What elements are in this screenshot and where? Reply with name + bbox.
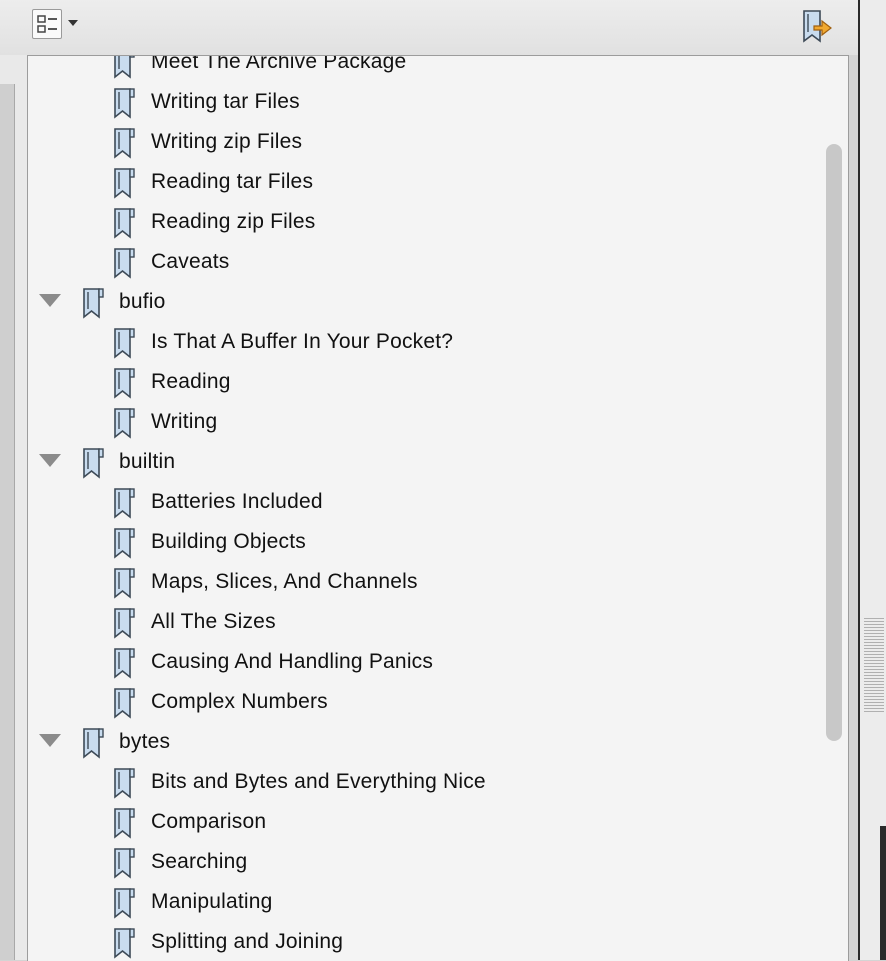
left-pane-edge: [0, 0, 27, 960]
bookmark-row[interactable]: Manipulating: [28, 881, 828, 921]
disclosure-triangle-icon[interactable]: [39, 454, 61, 467]
bookmark-label: Complex Numbers: [151, 690, 328, 713]
bookmark-label: All The Sizes: [151, 610, 276, 633]
bookmark-row[interactable]: Writing zip Files: [28, 121, 828, 161]
bookmark-label: Comparison: [151, 810, 267, 833]
bookmark-row[interactable]: Batteries Included: [28, 481, 828, 521]
bookmarks-panel: Meet The Archive Package Writing tar File…: [27, 55, 849, 961]
bookmark-icon: [111, 567, 137, 599]
bookmark-label: Splitting and Joining: [151, 930, 344, 953]
bookmark-row[interactable]: Searching: [28, 841, 828, 881]
bookmark-icon: [111, 127, 137, 159]
bookmark-icon: [111, 647, 137, 679]
bookmark-group-row[interactable]: builtin: [28, 441, 828, 481]
bookmark-label: bufio: [119, 290, 166, 313]
go-to-bookmark-button[interactable]: [798, 8, 838, 46]
bookmark-row[interactable]: Reading: [28, 361, 828, 401]
bookmark-row[interactable]: Meet The Archive Package: [28, 55, 828, 81]
bookmark-icon: [111, 247, 137, 279]
bookmark-row[interactable]: Writing tar Files: [28, 81, 828, 121]
bookmark-label: Batteries Included: [151, 490, 323, 513]
bookmark-group-row[interactable]: bufio: [28, 281, 828, 321]
bookmark-label: Caveats: [151, 250, 230, 273]
bookmark-row[interactable]: Causing And Handling Panics: [28, 641, 828, 681]
bookmark-label: Causing And Handling Panics: [151, 650, 434, 673]
bookmark-row[interactable]: Complex Numbers: [28, 681, 828, 721]
bookmark-label: Writing zip Files: [151, 130, 303, 153]
bookmark-icon: [111, 56, 137, 79]
bookmark-icon: [111, 87, 137, 119]
bookmark-goto-icon: [803, 10, 832, 43]
bookmark-label: Building Objects: [151, 530, 306, 553]
left-pane-divider: [0, 84, 15, 960]
bookmark-group-row[interactable]: bytes: [28, 721, 828, 761]
window-border: [880, 826, 886, 960]
bookmark-row[interactable]: Caveats: [28, 241, 828, 281]
bookmark-label: Writing tar Files: [151, 90, 300, 113]
bookmark-label: Reading: [151, 370, 231, 393]
window-right-edge: [858, 0, 886, 960]
bookmark-label: Writing: [151, 410, 218, 433]
bookmark-icon: [111, 167, 137, 199]
list-options-icon: [32, 9, 62, 39]
bookmark-label: bytes: [119, 730, 171, 753]
bookmark-icon: [111, 487, 137, 519]
disclosure-triangle-icon[interactable]: [39, 294, 61, 307]
bookmark-icon: [80, 727, 106, 759]
vertical-scrollbar-thumb[interactable]: [826, 144, 842, 741]
disclosure-triangle-icon[interactable]: [39, 734, 61, 747]
resize-grip[interactable]: [864, 616, 884, 712]
bookmark-icon: [111, 207, 137, 239]
bookmark-label: Reading zip Files: [151, 210, 316, 233]
bookmark-icon: [111, 767, 137, 799]
bookmark-icon: [111, 687, 137, 719]
bookmark-label: Manipulating: [151, 890, 273, 913]
bookmarks-toolbar: [0, 0, 858, 55]
bookmark-row[interactable]: All The Sizes: [28, 601, 828, 641]
bookmark-row[interactable]: Bits and Bytes and Everything Nice: [28, 761, 828, 801]
bookmark-row[interactable]: Maps, Slices, And Channels: [28, 561, 828, 601]
bookmark-row[interactable]: Splitting and Joining: [28, 921, 828, 961]
bookmark-icon: [111, 527, 137, 559]
bookmark-label: Is That A Buffer In Your Pocket?: [151, 330, 454, 353]
bookmark-label: Searching: [151, 850, 248, 873]
bookmark-icon: [111, 847, 137, 879]
bookmark-tree: Meet The Archive Package Writing tar File…: [28, 55, 828, 961]
bookmark-icon: [111, 887, 137, 919]
bookmark-row[interactable]: Is That A Buffer In Your Pocket?: [28, 321, 828, 361]
bookmark-label: Meet The Archive Package: [151, 55, 407, 73]
bookmark-icon: [80, 287, 106, 319]
bookmark-row[interactable]: Comparison: [28, 801, 828, 841]
bookmark-icon: [111, 927, 137, 959]
bookmark-icon: [111, 807, 137, 839]
bookmark-label: Reading tar Files: [151, 170, 314, 193]
bookmark-row[interactable]: Building Objects: [28, 521, 828, 561]
bookmark-icon: [111, 367, 137, 399]
bookmark-icon: [111, 327, 137, 359]
bookmark-row[interactable]: Writing: [28, 401, 828, 441]
bookmark-icon: [80, 447, 106, 479]
bookmark-label: Bits and Bytes and Everything Nice: [151, 770, 486, 793]
bookmark-icon: [111, 407, 137, 439]
bookmark-row[interactable]: Reading zip Files: [28, 201, 828, 241]
bookmark-row[interactable]: Reading tar Files: [28, 161, 828, 201]
options-menu-button[interactable]: [32, 9, 84, 41]
bookmark-icon: [111, 607, 137, 639]
bookmark-label: Maps, Slices, And Channels: [151, 570, 418, 593]
bookmark-label: builtin: [119, 450, 176, 473]
chevron-down-icon: [68, 20, 78, 26]
